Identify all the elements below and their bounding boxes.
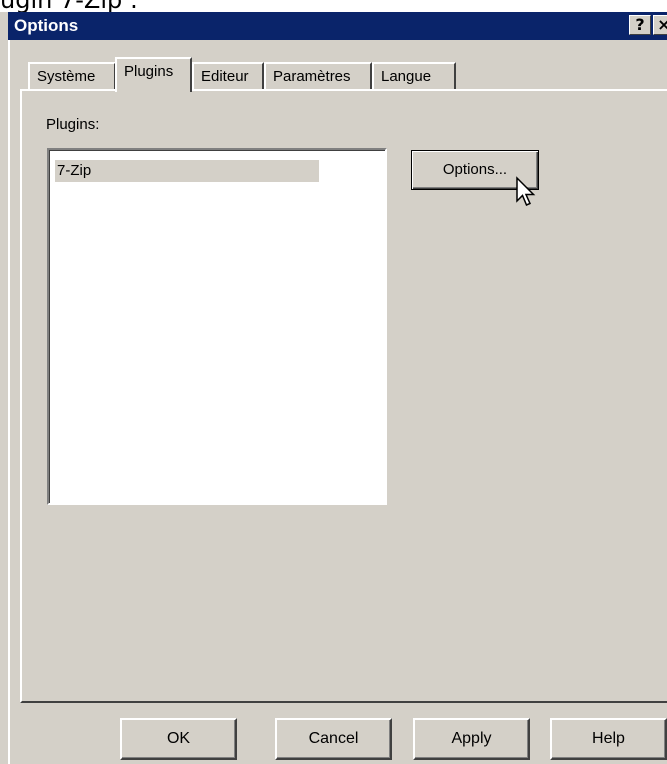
tab-parametres[interactable]: Paramètres [264, 62, 372, 90]
title-bar[interactable]: Options ? × [8, 12, 667, 40]
plugins-listbox[interactable]: 7-Zip [47, 148, 387, 505]
tab-editeur[interactable]: Editeur [192, 62, 264, 90]
cropped-heading: ugin 7-Zip : [0, 0, 138, 12]
dialog-frame [8, 40, 10, 764]
ok-button[interactable]: OK [120, 718, 237, 760]
list-item-7zip[interactable]: 7-Zip [55, 160, 319, 182]
tab-systeme[interactable]: Système [28, 62, 116, 90]
plugins-label: Plugins: [46, 116, 100, 133]
tab-langue[interactable]: Langue [372, 62, 456, 90]
apply-button[interactable]: Apply [413, 718, 530, 760]
cancel-button[interactable]: Cancel [275, 718, 392, 760]
arrow-cursor-icon [516, 176, 536, 206]
top-cropped-text: ugin 7-Zip : [0, 0, 667, 12]
window-title: Options [14, 16, 79, 35]
close-title-button[interactable]: × [653, 15, 667, 35]
help-button[interactable]: Help [550, 718, 667, 760]
tab-plugins[interactable]: Plugins [115, 57, 192, 92]
help-title-button[interactable]: ? [629, 15, 651, 35]
